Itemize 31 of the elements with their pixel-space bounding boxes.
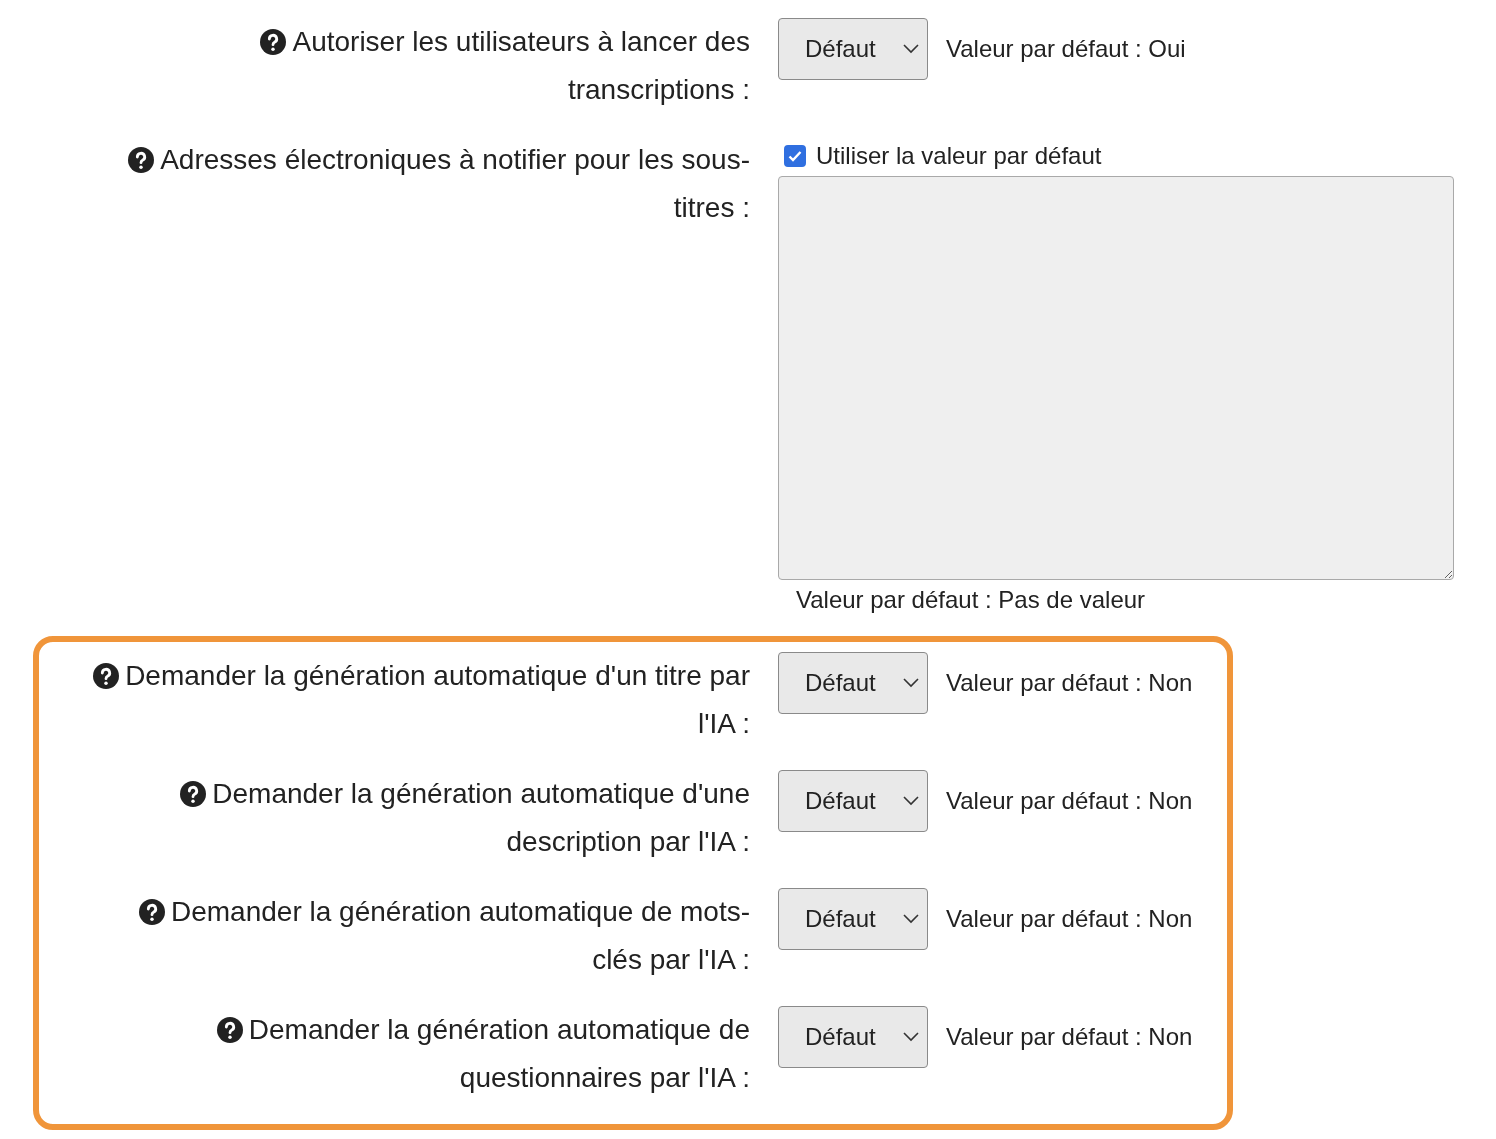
help-icon[interactable] <box>128 147 155 173</box>
caret-icon <box>903 796 919 806</box>
help-icon[interactable] <box>180 781 207 807</box>
setting-label: Demander la génération automatique de questionnaires par l'IA : <box>90 1006 750 1102</box>
setting-label: Demander la génération automatique d'un titre par l'IA : <box>90 652 750 748</box>
help-icon[interactable] <box>139 899 165 925</box>
default-value-text: Valeur par défaut : Non <box>946 1023 1193 1051</box>
caret-icon <box>903 678 919 688</box>
dropdown[interactable]: Défaut <box>778 1006 928 1068</box>
dropdown[interactable]: Défaut <box>778 652 928 714</box>
default-value-text: Valeur par défaut : Non <box>946 787 1193 815</box>
check-icon <box>788 150 802 162</box>
default-value-text: Valeur par défaut : Pas de valeur <box>795 585 1147 614</box>
dropdown[interactable]: Défaut <box>778 770 928 832</box>
checkbox-label[interactable]: Utiliser la valeur par défaut <box>816 142 1102 170</box>
caret-icon <box>903 44 919 54</box>
setting-label: Demander la génération automatique de mots-clés par l'IA : <box>90 888 750 984</box>
setting-label: Autoriser les utilisateurs à lancer des transcriptions : <box>90 18 750 114</box>
setting-label: Demander la génération automatique d'une description par l'IA : <box>90 770 750 866</box>
setting-label: Adresses électroniques à notifier pour les sous-titres : <box>90 136 750 232</box>
dropdown[interactable]: Défaut <box>778 888 928 950</box>
default-value-text: Valeur par défaut : Non <box>946 669 1193 697</box>
caret-icon <box>903 914 919 924</box>
caret-icon <box>903 1032 919 1042</box>
dropdown[interactable]: Défaut <box>778 18 928 80</box>
help-icon[interactable] <box>93 663 120 689</box>
default-value-text: Valeur par défaut : Oui <box>946 35 1186 63</box>
default-value-text: Valeur par défaut : Non <box>946 905 1193 933</box>
checkbox[interactable] <box>784 145 806 167</box>
help-icon[interactable] <box>216 1017 243 1043</box>
help-icon[interactable] <box>260 29 287 55</box>
